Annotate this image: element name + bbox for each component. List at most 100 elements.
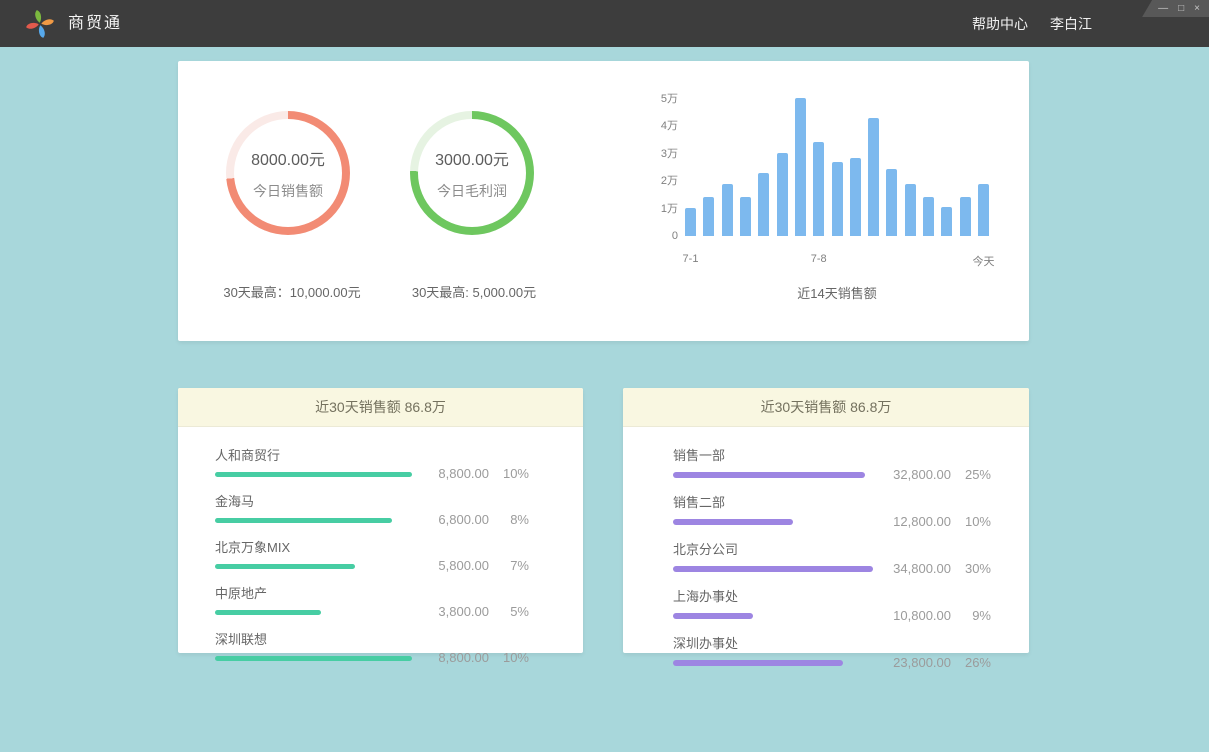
ranking-row-left: 人和商贸行 (215, 445, 419, 477)
x-axis-tick: 7-1 (683, 253, 699, 265)
ranking-row-values: 32,800.00 25% (881, 467, 991, 482)
customer-ranking-header: 近30天销售额 86.8万 (178, 388, 583, 427)
ranking-row-amount: 12,800.00 (881, 514, 951, 529)
ranking-bar-track (673, 519, 873, 525)
ranking-bar-track (215, 472, 412, 477)
ranking-row-left: 深圳联想 (215, 629, 419, 661)
username-menu[interactable]: 李白江 (1050, 14, 1092, 34)
today-profit-gauge-center: 3000.00元 今日毛利润 (418, 119, 526, 227)
titlebar: 商贸通 帮助中心 李白江 — □ × (0, 0, 1209, 47)
ranking-row-left: 销售一部 (673, 445, 881, 478)
pinwheel-logo-icon (24, 8, 56, 40)
ranking-bar-fill (215, 610, 321, 615)
ranking-row-percent: 10% (499, 650, 529, 665)
ranking-row-amount: 3,800.00 (419, 604, 489, 619)
ranking-row-values: 3,800.00 5% (419, 604, 529, 619)
titlebar-menu: 帮助中心 李白江 (972, 0, 1092, 47)
today-profit-value: 3000.00元 (435, 146, 509, 170)
y-axis: 5万4万3万2万1万0 (618, 85, 678, 236)
ranking-row: 人和商贸行 8,800.00 10% (215, 445, 529, 477)
ranking-bar-fill (215, 656, 412, 661)
ranking-row-name: 深圳联想 (215, 629, 419, 648)
ranking-row-left: 销售二部 (673, 492, 881, 525)
ranking-row: 中原地产 3,800.00 5% (215, 583, 529, 615)
chart-bar (905, 184, 916, 236)
ranking-row-left: 金海马 (215, 491, 419, 523)
ranking-bar-track (215, 610, 412, 615)
ranking-bar-fill (673, 660, 843, 666)
ranking-row-name: 深圳办事处 (673, 633, 881, 652)
ranking-row-values: 34,800.00 30% (881, 561, 991, 576)
ranking-bar-fill (215, 564, 355, 569)
close-button[interactable]: × (1194, 0, 1200, 17)
ranking-bar-fill (673, 519, 793, 525)
minimize-button[interactable]: — (1158, 0, 1168, 17)
ranking-row-name: 销售二部 (673, 492, 881, 511)
ranking-row-name: 上海办事处 (673, 586, 881, 605)
chart-bar (703, 197, 714, 236)
ranking-bar-fill (673, 566, 873, 572)
ranking-bar-track (215, 518, 412, 523)
ranking-row-values: 12,800.00 10% (881, 514, 991, 529)
ranking-row-name: 人和商贸行 (215, 445, 419, 464)
ranking-row-amount: 8,800.00 (419, 466, 489, 481)
department-ranking-list: 销售一部 32,800.00 25% 销售二部 12,800.00 10% 北京… (623, 427, 1029, 666)
ranking-row: 上海办事处 10,800.00 9% (673, 586, 991, 619)
today-sales-value: 8000.00元 (251, 146, 325, 170)
chart-title: 近14天销售额 (685, 283, 989, 302)
ranking-row-percent: 25% (961, 467, 991, 482)
chart-bar (777, 153, 788, 236)
chart-bar (722, 184, 733, 236)
ranking-row: 销售一部 32,800.00 25% (673, 445, 991, 478)
chart-bar (923, 197, 934, 236)
y-axis-tick: 3万 (661, 147, 678, 161)
y-axis-tick: 4万 (661, 119, 678, 133)
today-overview-card: 8000.00元 今日销售额 30天最高：10,000.00元 3000.00元… (178, 61, 1029, 341)
today-sales-label: 今日销售额 (253, 181, 323, 201)
department-ranking-card: 近30天销售额 86.8万 销售一部 32,800.00 25% 销售二部 12… (623, 388, 1029, 653)
ranking-row-values: 8,800.00 10% (419, 466, 529, 481)
ranking-row-amount: 5,800.00 (419, 558, 489, 573)
ranking-row-left: 北京分公司 (673, 539, 881, 572)
ranking-row-left: 上海办事处 (673, 586, 881, 619)
ranking-row-percent: 5% (499, 604, 529, 619)
chart-bar (886, 169, 897, 236)
customer-ranking-list: 人和商贸行 8,800.00 10% 金海马 6,800.00 8% 北京万象M… (178, 427, 583, 661)
ranking-row-left: 中原地产 (215, 583, 419, 615)
today-profit-gauge: 3000.00元 今日毛利润 (410, 111, 534, 235)
x-axis-tick: 今天 (973, 253, 995, 269)
ranking-bar-track (673, 613, 873, 619)
ranking-bar-track (673, 472, 873, 478)
ranking-row-values: 6,800.00 8% (419, 512, 529, 527)
window-controls: — □ × (1142, 0, 1209, 17)
ranking-row-name: 销售一部 (673, 445, 881, 464)
profit-30day-max: 30天最高: 5,000.00元 (364, 282, 584, 301)
ranking-bar-fill (215, 518, 392, 523)
chart-bar (850, 158, 861, 236)
today-sales-gauge-center: 8000.00元 今日销售额 (234, 119, 342, 227)
chart-bar (685, 208, 696, 236)
help-center-link[interactable]: 帮助中心 (972, 14, 1028, 34)
ranking-row-values: 23,800.00 26% (881, 655, 991, 670)
y-axis-tick: 2万 (661, 174, 678, 188)
ranking-row-name: 金海马 (215, 491, 419, 510)
ranking-row-percent: 10% (961, 514, 991, 529)
chart-bar (813, 142, 824, 236)
ranking-row-percent: 26% (961, 655, 991, 670)
ranking-bar-fill (673, 613, 753, 619)
ranking-row-percent: 30% (961, 561, 991, 576)
ranking-row: 深圳办事处 23,800.00 26% (673, 633, 991, 666)
chart-bar (941, 207, 952, 236)
maximize-button[interactable]: □ (1178, 0, 1184, 17)
today-sales-gauge: 8000.00元 今日销售额 (226, 111, 350, 235)
ranking-row-percent: 9% (961, 608, 991, 623)
ranking-row: 销售二部 12,800.00 10% (673, 492, 991, 525)
x-axis: 7-17-8今天 (685, 253, 989, 267)
today-profit-label: 今日毛利润 (437, 181, 507, 201)
ranking-row-percent: 8% (499, 512, 529, 527)
ranking-row-amount: 10,800.00 (881, 608, 951, 623)
y-axis-tick: 5万 (661, 92, 678, 106)
ranking-row-name: 中原地产 (215, 583, 419, 602)
ranking-row-amount: 8,800.00 (419, 650, 489, 665)
ranking-row-values: 10,800.00 9% (881, 608, 991, 623)
